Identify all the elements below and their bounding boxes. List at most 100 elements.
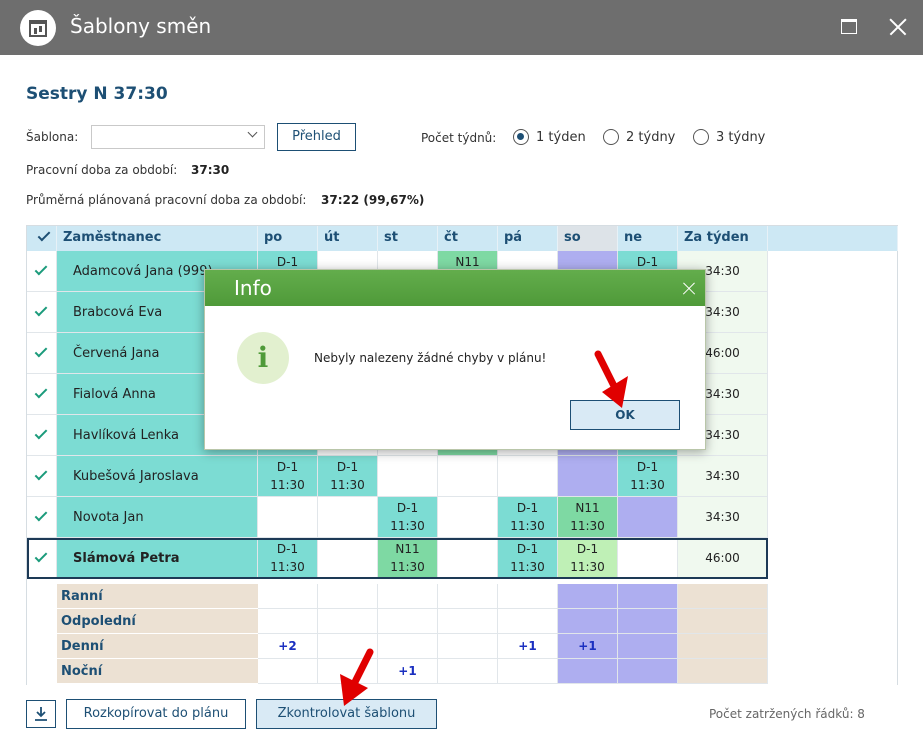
summary-value [498, 584, 558, 609]
work-time-label: Pracovní doba za období: [26, 163, 178, 177]
shift-time: 11:30 [330, 478, 365, 492]
check-icon [34, 467, 48, 481]
red-arrow-icon [594, 350, 628, 408]
summary-value [438, 609, 498, 634]
row-checkbox[interactable] [27, 497, 57, 538]
row-checkbox[interactable] [27, 374, 57, 415]
shift-code: D-1 [336, 460, 359, 474]
summary-value: +1 [498, 634, 558, 659]
column-header-filler [768, 226, 898, 251]
shift-cell[interactable] [438, 456, 498, 497]
employee-name[interactable]: Novota Jan [57, 497, 258, 538]
shift-code: D-1 [276, 460, 299, 474]
radio-2-weeks-label: 2 týdny [626, 130, 676, 145]
summary-label: Noční [57, 659, 258, 684]
column-header-fri[interactable]: pá [498, 226, 558, 251]
column-header-thu[interactable]: čt [438, 226, 498, 251]
summary-value [618, 634, 678, 659]
shift-cell[interactable]: D-1 11:30 [318, 456, 378, 497]
summary-value [438, 659, 498, 684]
shift-code: D-1 [636, 460, 659, 474]
radio-1-week-label: 1 týden [536, 130, 586, 145]
row-checkbox[interactable] [27, 292, 57, 333]
check-icon [34, 262, 48, 276]
week-total: 34:30 [678, 497, 768, 538]
summary-value [498, 659, 558, 684]
check-icon [37, 228, 51, 242]
column-header-week[interactable]: Za týden [678, 226, 768, 251]
overview-button[interactable]: Přehled [277, 123, 356, 151]
summary-value [378, 584, 438, 609]
summary-label: Odpolední [57, 609, 258, 634]
shift-cell[interactable] [558, 456, 618, 497]
template-label: Šablona: [26, 130, 79, 144]
dialog-title: Info [205, 270, 705, 306]
red-arrow-icon [340, 648, 374, 706]
shift-cell[interactable] [498, 456, 558, 497]
row-checkbox[interactable] [27, 415, 57, 456]
summary-week-cell [678, 634, 768, 659]
employee-name[interactable]: Kubešová Jaroslava [57, 456, 258, 497]
shift-cell[interactable]: D-1 11:30 [258, 456, 318, 497]
summary-label: Ranní [57, 584, 258, 609]
radio-2-weeks[interactable] [603, 129, 619, 145]
summary-week-cell [678, 584, 768, 609]
summary-value [318, 609, 378, 634]
column-header-tue[interactable]: út [318, 226, 378, 251]
row-checkbox[interactable] [27, 251, 57, 292]
template-select[interactable] [91, 125, 265, 149]
summary-value [258, 659, 318, 684]
work-time-value: 37:30 [191, 163, 230, 177]
summary-week-cell [678, 659, 768, 684]
summary-value [438, 584, 498, 609]
dialog-message: Nebyly nalezeny žádné chyby v plánu! [314, 351, 547, 365]
summary-value [618, 584, 678, 609]
summary-value [558, 584, 618, 609]
row-checkbox[interactable] [27, 456, 57, 497]
maximize-button[interactable] [834, 12, 864, 42]
dialog-close-icon[interactable] [681, 280, 697, 296]
shift-cell[interactable] [258, 497, 318, 538]
shift-cell[interactable]: D-1 11:30 [498, 497, 558, 538]
avg-time-label: Průměrná plánovaná pracovní doba za obdo… [26, 193, 307, 207]
summary-value [318, 584, 378, 609]
summary-value [618, 659, 678, 684]
shift-cell[interactable]: D-1 11:30 [378, 497, 438, 538]
shift-cell[interactable] [378, 456, 438, 497]
summary-value [498, 609, 558, 634]
radio-1-week[interactable] [513, 129, 529, 145]
row-checkbox[interactable] [27, 333, 57, 374]
shift-cell[interactable]: N11 11:30 [558, 497, 618, 538]
maximize-icon [841, 19, 857, 34]
summary-value [378, 609, 438, 634]
check-icon [34, 344, 48, 358]
column-header-mon[interactable]: po [258, 226, 318, 251]
week-total: 34:30 [678, 456, 768, 497]
shift-time: 11:30 [270, 478, 305, 492]
summary-value [558, 609, 618, 634]
shift-code: D-1 [396, 501, 419, 515]
shift-cell[interactable]: D-1 11:30 [618, 456, 678, 497]
shift-cell[interactable] [438, 497, 498, 538]
shift-time: 11:30 [570, 519, 605, 533]
summary-week-cell [678, 609, 768, 634]
copy-to-plan-button[interactable]: Rozkopírovat do plánu [66, 699, 246, 729]
column-header-employee[interactable]: Zaměstnanec [57, 226, 258, 251]
radio-3-weeks[interactable] [693, 129, 709, 145]
download-button[interactable] [26, 700, 56, 728]
template-heading: Sestry N 37:30 [26, 84, 168, 104]
column-header-wed[interactable]: st [378, 226, 438, 251]
check-icon [34, 508, 48, 522]
chevron-down-icon [247, 127, 258, 138]
info-icon: i [237, 332, 289, 384]
radio-3-weeks-label: 3 týdny [716, 130, 766, 145]
column-header-sat[interactable]: so [558, 226, 618, 251]
shift-cell[interactable] [618, 497, 678, 538]
summary-value: +2 [258, 634, 318, 659]
shift-cell[interactable] [318, 497, 378, 538]
close-button[interactable] [882, 12, 912, 42]
select-all-checkbox[interactable] [27, 226, 57, 251]
summary-value [618, 609, 678, 634]
avg-time-value: 37:22 (99,67%) [321, 193, 425, 207]
column-header-sun[interactable]: ne [618, 226, 678, 251]
